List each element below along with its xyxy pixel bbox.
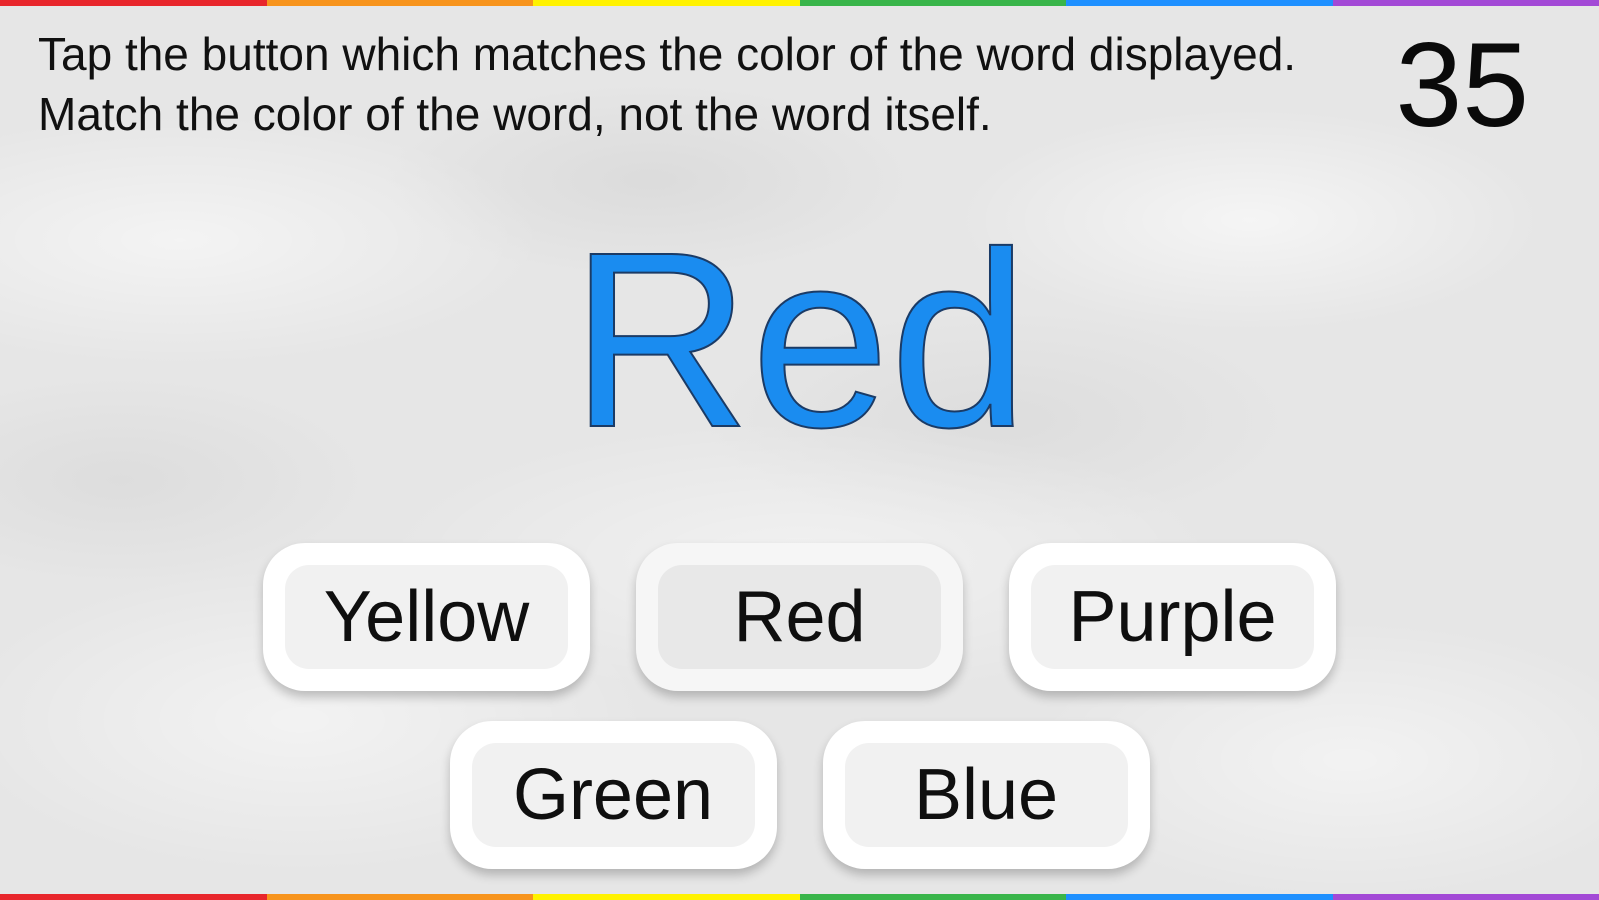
purple-button-label: Purple [1031, 565, 1314, 669]
red-button[interactable]: Red [636, 543, 963, 691]
red-button-label: Red [658, 565, 941, 669]
blue-button-label: Blue [844, 743, 1128, 847]
rainbow-segment-purple [1332, 894, 1599, 900]
green-button[interactable]: Green [449, 721, 777, 869]
blue-button[interactable]: Blue [822, 721, 1150, 869]
countdown-timer: 35 [1395, 18, 1529, 152]
purple-button[interactable]: Purple [1009, 543, 1336, 691]
rainbow-segment-red [0, 0, 267, 6]
rainbow-segment-orange [266, 0, 533, 6]
yellow-button-label: Yellow [285, 565, 568, 669]
stimulus-word: Red [569, 200, 1030, 479]
rainbow-segment-red [0, 894, 267, 900]
yellow-button[interactable]: Yellow [263, 543, 590, 691]
instructions-text: Tap the button which matches the color o… [38, 28, 1297, 140]
rainbow-border-top [0, 0, 1599, 6]
rainbow-segment-blue [1066, 894, 1333, 900]
green-button-label: Green [471, 743, 755, 847]
answer-row-top: Yellow Red Purple [0, 543, 1599, 691]
rainbow-segment-green [799, 0, 1066, 6]
answer-row-bottom: Green Blue [0, 721, 1599, 869]
rainbow-segment-purple [1332, 0, 1599, 6]
rainbow-segment-yellow [533, 894, 800, 900]
rainbow-segment-yellow [533, 0, 800, 6]
rainbow-border-bottom [0, 894, 1599, 900]
rainbow-segment-green [799, 894, 1066, 900]
rainbow-segment-blue [1066, 0, 1333, 6]
rainbow-segment-orange [266, 894, 533, 900]
